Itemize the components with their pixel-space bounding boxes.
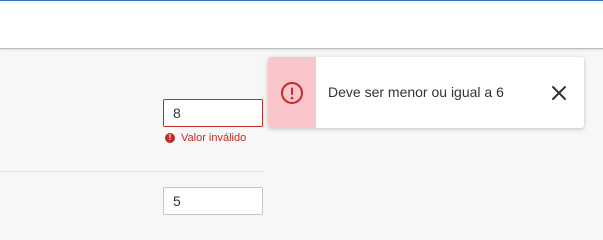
validation-text: Valor inválido bbox=[181, 132, 247, 144]
error-icon: ! bbox=[165, 133, 175, 143]
close-icon bbox=[552, 86, 566, 100]
error-toast: Deve ser menor ou igual a 6 bbox=[268, 57, 584, 128]
toast-message: Deve ser menor ou igual a 6 bbox=[328, 84, 504, 100]
top-bar bbox=[0, 1, 603, 49]
row-divider bbox=[0, 171, 263, 172]
toast-close-button[interactable] bbox=[548, 82, 570, 104]
exclamation-circle-icon bbox=[281, 81, 303, 104]
number-input-2[interactable] bbox=[163, 187, 263, 215]
number-input-1[interactable] bbox=[163, 99, 263, 127]
validation-message: ! Valor inválido bbox=[165, 132, 246, 144]
toast-icon-area bbox=[268, 57, 316, 128]
